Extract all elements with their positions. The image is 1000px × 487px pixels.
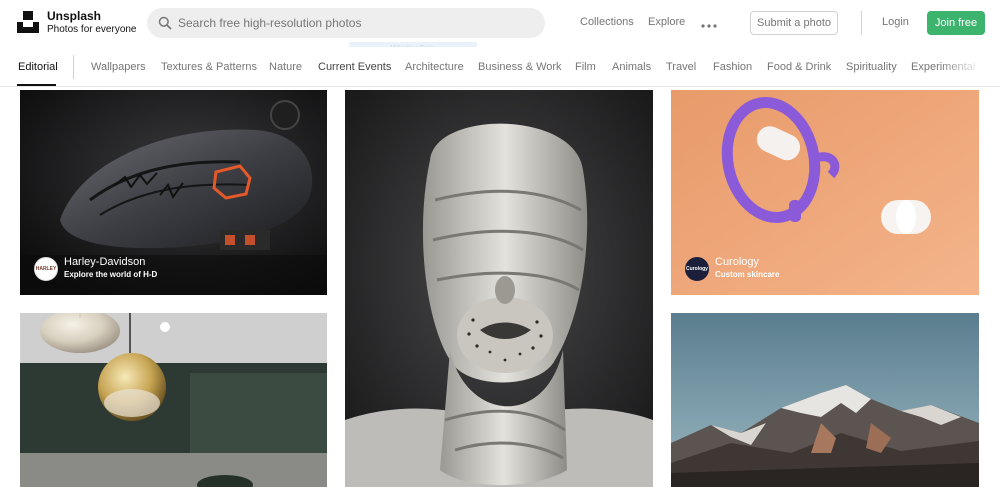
- pendant-lamps-image: [20, 313, 327, 487]
- tab-wallpapers[interactable]: Wallpapers: [91, 61, 146, 73]
- top-header: Unsplash Photos for everyone Collections…: [0, 0, 1000, 47]
- login-link[interactable]: Login: [882, 16, 909, 28]
- tab-food-drink[interactable]: Food & Drink: [767, 61, 831, 73]
- nav-collections-link[interactable]: Collections: [580, 16, 634, 28]
- sponsor-avatar: HARLEY: [34, 257, 58, 281]
- sponsor-avatar: Curology: [685, 257, 709, 281]
- tab-architecture[interactable]: Architecture: [405, 61, 464, 73]
- search-input[interactable]: [178, 8, 533, 38]
- mountain-peaks-image: [671, 313, 979, 487]
- tab-animals[interactable]: Animals: [612, 61, 651, 73]
- active-tab-indicator: [17, 84, 56, 86]
- category-bar: Editorial Wallpapers Textures & Patterns…: [0, 47, 1000, 87]
- ellipsis-icon[interactable]: [701, 18, 717, 28]
- nav-explore-link[interactable]: Explore: [648, 16, 685, 28]
- category-divider: [73, 55, 74, 79]
- brand-tagline: Photos for everyone: [47, 24, 137, 35]
- join-free-button[interactable]: Join free: [927, 11, 985, 35]
- tab-textures-patterns[interactable]: Textures & Patterns: [161, 61, 257, 73]
- tab-business-work[interactable]: Business & Work: [478, 61, 562, 73]
- tab-film[interactable]: Film: [575, 61, 596, 73]
- tab-editorial[interactable]: Editorial: [18, 61, 58, 73]
- bandaged-face-image: [345, 90, 653, 487]
- submit-photo-button[interactable]: Submit a photo: [750, 11, 838, 35]
- category-scroll-fade: [940, 47, 1000, 85]
- photo-card-lamps[interactable]: [20, 313, 327, 487]
- sponsor-subtitle: Explore the world of H-D: [64, 270, 158, 279]
- header-divider: [861, 11, 862, 35]
- sponsor-name: Curology: [715, 256, 760, 268]
- tab-spirituality[interactable]: Spirituality: [846, 61, 897, 73]
- photo-card-mountain[interactable]: [671, 313, 979, 487]
- search-bar[interactable]: [147, 8, 545, 38]
- brand[interactable]: Unsplash Photos for everyone: [47, 10, 137, 36]
- tab-current-events[interactable]: Current Events: [318, 61, 391, 73]
- tab-fashion[interactable]: Fashion: [713, 61, 752, 73]
- tab-travel[interactable]: Travel: [666, 61, 696, 73]
- photo-card-bandage[interactable]: [345, 90, 653, 487]
- tab-nature[interactable]: Nature: [269, 61, 302, 73]
- sponsor-name: Harley-Davidson: [64, 256, 146, 268]
- photo-card-harley[interactable]: HARLEY Harley-Davidson Explore the world…: [20, 90, 327, 295]
- unsplash-logo-icon[interactable]: [17, 11, 39, 33]
- brand-name: Unsplash: [47, 9, 102, 23]
- photo-card-curology[interactable]: Curology Curology Custom skincare: [671, 90, 979, 295]
- search-icon[interactable]: [158, 16, 172, 30]
- sponsor-subtitle: Custom skincare: [715, 270, 780, 279]
